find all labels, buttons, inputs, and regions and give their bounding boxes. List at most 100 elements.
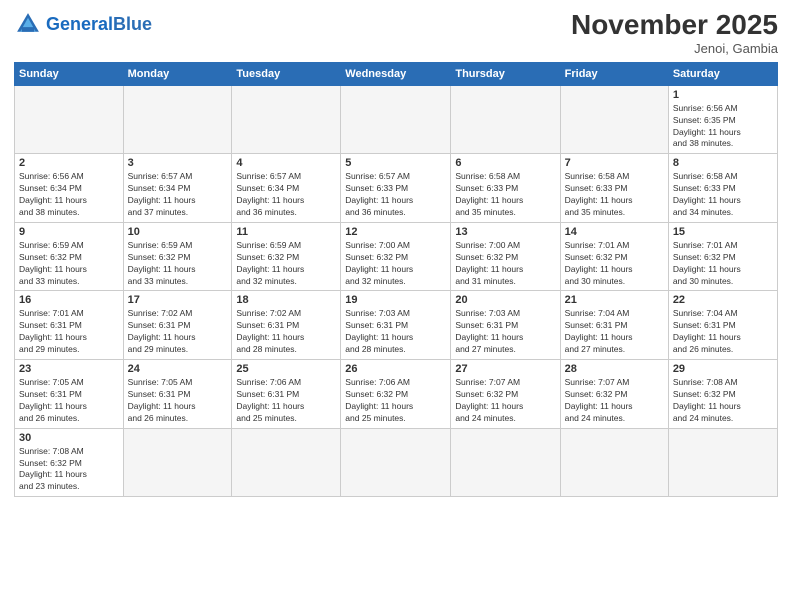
day-number: 28 xyxy=(565,363,664,375)
calendar-cell: 20 Sunrise: 7:03 AM Sunset: 6:31 PM Dayli… xyxy=(451,291,560,360)
calendar-cell xyxy=(341,428,451,497)
title-area: November 2025 Jenoi, Gambia xyxy=(571,10,778,56)
day-info: Sunrise: 7:08 AM Sunset: 6:32 PM Dayligh… xyxy=(673,377,773,425)
calendar-cell: 24Sunrise: 7:05 AM Sunset: 6:31 PM Dayli… xyxy=(123,360,232,429)
day-number: 15 xyxy=(673,226,773,238)
day-info: Sunrise: 6:56 AM Sunset: 6:35 PM Dayligh… xyxy=(673,103,773,151)
weekday-sunday: Sunday xyxy=(15,62,124,85)
day-info: Sunrise: 6:59 AM Sunset: 6:32 PM Dayligh… xyxy=(128,240,228,288)
day-info: Sunrise: 7:01 AM Sunset: 6:32 PM Dayligh… xyxy=(565,240,664,288)
day-number: 7 xyxy=(565,157,664,169)
day-number: 4 xyxy=(236,157,336,169)
calendar-cell xyxy=(15,85,124,154)
calendar-cell: 9 Sunrise: 6:59 AM Sunset: 6:32 PM Daylig… xyxy=(15,222,124,291)
day-info: Sunrise: 7:03 AM Sunset: 6:31 PM Dayligh… xyxy=(345,308,446,356)
logo-blue: Blue xyxy=(113,14,152,34)
month-title: November 2025 xyxy=(571,10,778,41)
calendar-cell: 21Sunrise: 7:04 AM Sunset: 6:31 PM Dayli… xyxy=(560,291,668,360)
day-number: 12 xyxy=(345,226,446,238)
day-info: Sunrise: 7:06 AM Sunset: 6:31 PM Dayligh… xyxy=(236,377,336,425)
page: GeneralBlue November 2025 Jenoi, Gambia … xyxy=(0,0,792,612)
calendar-cell: 23 Sunrise: 7:05 AM Sunset: 6:31 PM Dayli… xyxy=(15,360,124,429)
logo-icon xyxy=(14,10,42,38)
calendar-cell: 28 Sunrise: 7:07 AM Sunset: 6:32 PM Dayli… xyxy=(560,360,668,429)
calendar-cell xyxy=(668,428,777,497)
day-info: Sunrise: 7:00 AM Sunset: 6:32 PM Dayligh… xyxy=(455,240,555,288)
day-info: Sunrise: 7:06 AM Sunset: 6:32 PM Dayligh… xyxy=(345,377,446,425)
calendar-cell: 17Sunrise: 7:02 AM Sunset: 6:31 PM Dayli… xyxy=(123,291,232,360)
calendar-cell: 11Sunrise: 6:59 AM Sunset: 6:32 PM Dayli… xyxy=(232,222,341,291)
calendar-cell: 8Sunrise: 6:58 AM Sunset: 6:33 PM Daylig… xyxy=(668,154,777,223)
calendar-cell xyxy=(451,85,560,154)
day-number: 19 xyxy=(345,294,446,306)
day-number: 11 xyxy=(236,226,336,238)
calendar-cell: 10 Sunrise: 6:59 AM Sunset: 6:32 PM Dayli… xyxy=(123,222,232,291)
day-number: 14 xyxy=(565,226,664,238)
header: GeneralBlue November 2025 Jenoi, Gambia xyxy=(14,10,778,56)
day-number: 22 xyxy=(673,294,773,306)
day-number: 23 xyxy=(19,363,119,375)
day-number: 20 xyxy=(455,294,555,306)
calendar-cell: 5Sunrise: 6:57 AM Sunset: 6:33 PM Daylig… xyxy=(341,154,451,223)
calendar-cell: 2Sunrise: 6:56 AM Sunset: 6:34 PM Daylig… xyxy=(15,154,124,223)
calendar-cell: 12 Sunrise: 7:00 AM Sunset: 6:32 PM Dayli… xyxy=(341,222,451,291)
week-row-1: 2Sunrise: 6:56 AM Sunset: 6:34 PM Daylig… xyxy=(15,154,778,223)
day-info: Sunrise: 7:08 AM Sunset: 6:32 PM Dayligh… xyxy=(19,446,119,494)
calendar-cell: 27Sunrise: 7:07 AM Sunset: 6:32 PM Dayli… xyxy=(451,360,560,429)
calendar-cell: 7 Sunrise: 6:58 AM Sunset: 6:33 PM Daylig… xyxy=(560,154,668,223)
calendar-cell: 1Sunrise: 6:56 AM Sunset: 6:35 PM Daylig… xyxy=(668,85,777,154)
day-number: 25 xyxy=(236,363,336,375)
day-info: Sunrise: 7:01 AM Sunset: 6:32 PM Dayligh… xyxy=(673,240,773,288)
subtitle: Jenoi, Gambia xyxy=(571,41,778,56)
day-info: Sunrise: 7:03 AM Sunset: 6:31 PM Dayligh… xyxy=(455,308,555,356)
calendar-cell: 13Sunrise: 7:00 AM Sunset: 6:32 PM Dayli… xyxy=(451,222,560,291)
day-info: Sunrise: 7:07 AM Sunset: 6:32 PM Dayligh… xyxy=(565,377,664,425)
day-number: 26 xyxy=(345,363,446,375)
day-info: Sunrise: 6:58 AM Sunset: 6:33 PM Dayligh… xyxy=(565,171,664,219)
calendar-cell xyxy=(560,85,668,154)
day-number: 2 xyxy=(19,157,119,169)
week-row-0: 1Sunrise: 6:56 AM Sunset: 6:35 PM Daylig… xyxy=(15,85,778,154)
weekday-monday: Monday xyxy=(123,62,232,85)
calendar-cell: 30 Sunrise: 7:08 AM Sunset: 6:32 PM Dayli… xyxy=(15,428,124,497)
day-number: 6 xyxy=(455,157,555,169)
calendar-cell xyxy=(341,85,451,154)
calendar-cell xyxy=(232,85,341,154)
calendar-cell: 29 Sunrise: 7:08 AM Sunset: 6:32 PM Dayli… xyxy=(668,360,777,429)
day-number: 10 xyxy=(128,226,228,238)
calendar: SundayMondayTuesdayWednesdayThursdayFrid… xyxy=(14,62,778,497)
day-info: Sunrise: 6:57 AM Sunset: 6:34 PM Dayligh… xyxy=(236,171,336,219)
calendar-cell xyxy=(123,85,232,154)
calendar-cell xyxy=(232,428,341,497)
weekday-saturday: Saturday xyxy=(668,62,777,85)
calendar-cell: 4 Sunrise: 6:57 AM Sunset: 6:34 PM Daylig… xyxy=(232,154,341,223)
day-info: Sunrise: 6:58 AM Sunset: 6:33 PM Dayligh… xyxy=(455,171,555,219)
week-row-4: 23 Sunrise: 7:05 AM Sunset: 6:31 PM Dayli… xyxy=(15,360,778,429)
weekday-header-row: SundayMondayTuesdayWednesdayThursdayFrid… xyxy=(15,62,778,85)
calendar-cell: 14 Sunrise: 7:01 AM Sunset: 6:32 PM Dayli… xyxy=(560,222,668,291)
day-info: Sunrise: 7:04 AM Sunset: 6:31 PM Dayligh… xyxy=(673,308,773,356)
day-number: 17 xyxy=(128,294,228,306)
weekday-friday: Friday xyxy=(560,62,668,85)
day-info: Sunrise: 7:05 AM Sunset: 6:31 PM Dayligh… xyxy=(128,377,228,425)
logo-text: GeneralBlue xyxy=(46,15,152,33)
logo-general: General xyxy=(46,14,113,34)
day-number: 16 xyxy=(19,294,119,306)
day-number: 9 xyxy=(19,226,119,238)
day-info: Sunrise: 7:05 AM Sunset: 6:31 PM Dayligh… xyxy=(19,377,119,425)
calendar-cell xyxy=(560,428,668,497)
day-number: 29 xyxy=(673,363,773,375)
day-info: Sunrise: 6:59 AM Sunset: 6:32 PM Dayligh… xyxy=(19,240,119,288)
week-row-5: 30 Sunrise: 7:08 AM Sunset: 6:32 PM Dayli… xyxy=(15,428,778,497)
calendar-cell xyxy=(123,428,232,497)
day-info: Sunrise: 7:07 AM Sunset: 6:32 PM Dayligh… xyxy=(455,377,555,425)
week-row-3: 16 Sunrise: 7:01 AM Sunset: 6:31 PM Dayli… xyxy=(15,291,778,360)
calendar-cell: 16 Sunrise: 7:01 AM Sunset: 6:31 PM Dayli… xyxy=(15,291,124,360)
day-number: 18 xyxy=(236,294,336,306)
day-info: Sunrise: 7:01 AM Sunset: 6:31 PM Dayligh… xyxy=(19,308,119,356)
day-info: Sunrise: 7:00 AM Sunset: 6:32 PM Dayligh… xyxy=(345,240,446,288)
calendar-cell: 19 Sunrise: 7:03 AM Sunset: 6:31 PM Dayli… xyxy=(341,291,451,360)
day-number: 30 xyxy=(19,432,119,444)
day-number: 5 xyxy=(345,157,446,169)
calendar-cell: 26 Sunrise: 7:06 AM Sunset: 6:32 PM Dayli… xyxy=(341,360,451,429)
